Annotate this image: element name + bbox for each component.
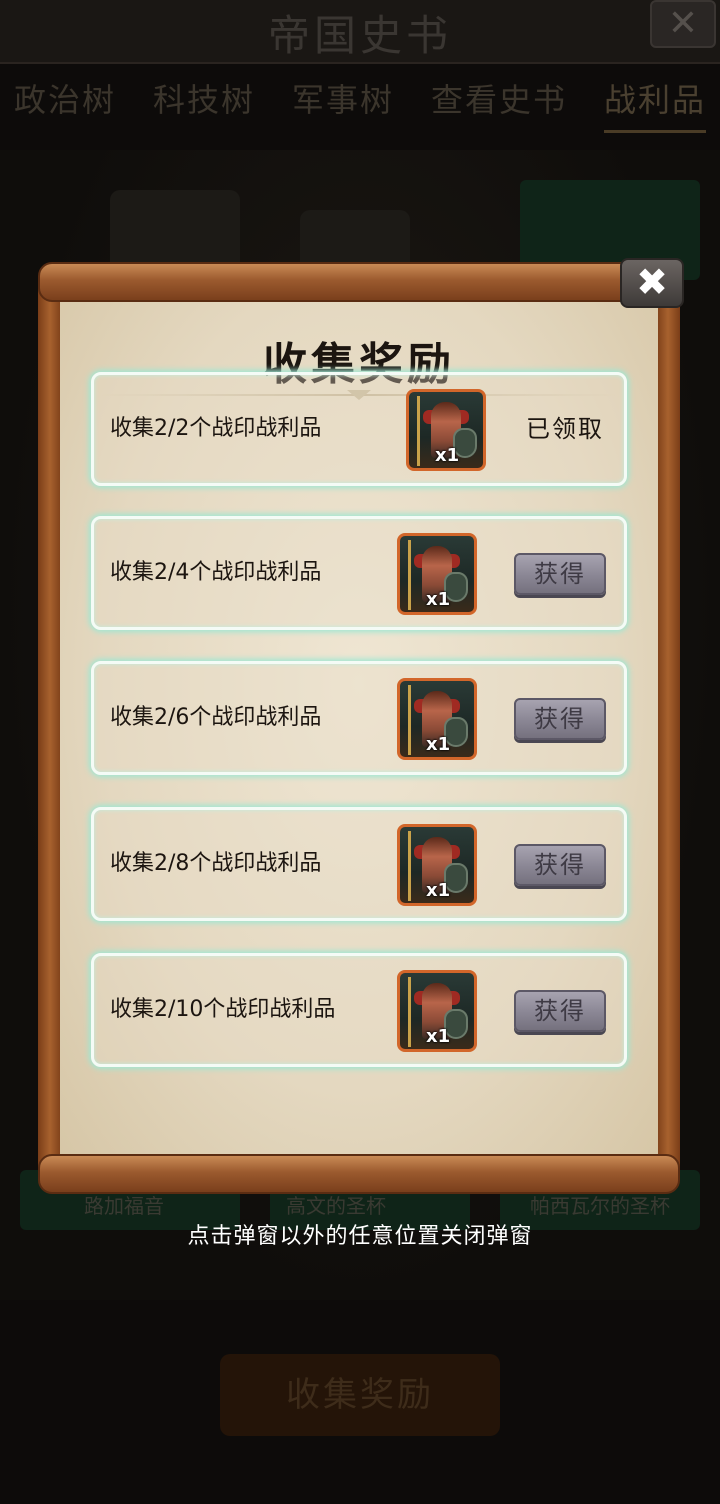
- background-collect-button: 收集奖励: [220, 1354, 500, 1436]
- reward-row: 收集2/6个战印战利品 x1 获得: [91, 661, 627, 775]
- warrior-reward-icon[interactable]: x1: [397, 824, 477, 906]
- reward-row: 收集2/4个战印战利品 x1 获得: [91, 516, 627, 630]
- background-header: 帝国史书 ✕: [0, 0, 720, 64]
- reward-row-label: 收集2/2个战印战利品: [110, 416, 322, 441]
- scroll-side-left: [38, 282, 62, 1174]
- warrior-reward-icon[interactable]: x1: [397, 970, 477, 1052]
- obtain-button[interactable]: 获得: [514, 990, 606, 1032]
- tab-spoils: 战利品: [603, 70, 706, 133]
- scroll-rod-top: [38, 262, 680, 302]
- reward-quantity: x1: [426, 880, 451, 901]
- scroll-rod-bottom: [38, 1154, 680, 1194]
- reward-quantity: x1: [435, 445, 460, 466]
- obtain-button[interactable]: 获得: [514, 553, 606, 595]
- background-close-icon: ✕: [650, 0, 716, 48]
- scroll-side-right: [656, 282, 680, 1174]
- spear-icon: [408, 831, 411, 901]
- reward-row-label: 收集2/10个战印战利品: [110, 997, 336, 1022]
- reward-quantity: x1: [426, 1026, 451, 1047]
- tab-politics: 政治树: [14, 81, 117, 119]
- background-item-label: 帕西瓦尔的圣杯: [530, 1194, 670, 1218]
- warrior-reward-icon[interactable]: x1: [397, 678, 477, 760]
- tab-history: 查看史书: [430, 81, 567, 119]
- spear-icon: [408, 977, 411, 1047]
- tab-military: 军事树: [291, 81, 394, 119]
- reward-row-label: 收集2/8个战印战利品: [110, 851, 322, 876]
- obtain-button[interactable]: 获得: [514, 698, 606, 740]
- warrior-reward-icon[interactable]: x1: [397, 533, 477, 615]
- reward-row: 收集2/8个战印战利品 x1 获得: [91, 807, 627, 921]
- background-title: 帝国史书: [267, 11, 452, 60]
- close-icon: ✖: [636, 260, 668, 304]
- tab-technology: 科技树: [152, 81, 255, 119]
- reward-row: 收集2/2个战印战利品 x1 已领取: [91, 372, 627, 486]
- reward-row: 收集2/10个战印战利品 x1 获得: [91, 953, 627, 1067]
- background-tab-bar: 政治树 科技树 军事树 查看史书 战利品: [0, 70, 720, 140]
- spear-icon: [408, 685, 411, 755]
- reward-quantity: x1: [426, 589, 451, 610]
- claimed-status: 已领取: [526, 415, 604, 443]
- warrior-reward-icon[interactable]: x1: [406, 389, 486, 471]
- close-button[interactable]: ✖: [620, 258, 684, 308]
- background-item-label: 高文的圣杯: [286, 1194, 386, 1218]
- obtain-button[interactable]: 获得: [514, 844, 606, 886]
- reward-quantity: x1: [426, 734, 451, 755]
- spear-icon: [417, 396, 420, 466]
- background-item-label: 路加福音: [84, 1194, 164, 1218]
- spear-icon: [408, 540, 411, 610]
- reward-row-label: 收集2/6个战印战利品: [110, 705, 322, 730]
- reward-row-label: 收集2/4个战印战利品: [110, 560, 322, 585]
- close-hint-text: 点击弹窗以外的任意位置关闭弹窗: [187, 1224, 533, 1249]
